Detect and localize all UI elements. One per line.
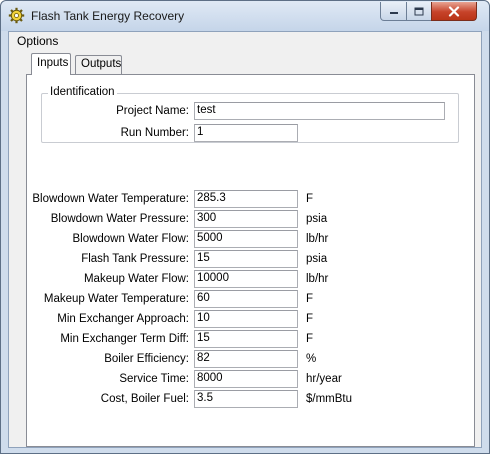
input-label: Min Exchanger Term Diff:: [60, 333, 189, 345]
gear-icon: [8, 7, 25, 24]
run-number-field[interactable]: 1: [194, 124, 298, 142]
input-field[interactable]: 15: [194, 330, 298, 348]
input-field[interactable]: 300: [194, 210, 298, 228]
input-label: Cost, Boiler Fuel:: [100, 393, 189, 405]
input-field[interactable]: 3.5: [194, 390, 298, 408]
input-unit: hr/year: [306, 373, 342, 385]
minimize-button[interactable]: [380, 2, 407, 21]
input-unit: lb/hr: [306, 273, 329, 285]
input-field[interactable]: 10000: [194, 270, 298, 288]
input-label: Blowdown Water Pressure:: [50, 213, 189, 225]
input-unit: F: [306, 293, 314, 305]
input-label: Blowdown Water Flow:: [72, 233, 189, 245]
tab-inputs-label: Inputs: [37, 57, 69, 69]
minimize-icon: [389, 12, 398, 14]
tab-outputs[interactable]: Outputs: [75, 55, 122, 74]
input-field[interactable]: 60: [194, 290, 298, 308]
input-label: Flash Tank Pressure:: [81, 253, 189, 265]
tab-inputs[interactable]: Inputs: [31, 53, 71, 75]
input-field[interactable]: 5000: [194, 230, 298, 248]
client-area: Options Inputs Outputs Identification Pr…: [8, 31, 482, 448]
run-number-label: Run Number:: [120, 127, 189, 139]
input-unit: $/mmBtu: [306, 393, 353, 405]
maximize-icon: [414, 7, 424, 15]
input-unit: %: [306, 353, 317, 365]
menu-options[interactable]: Options: [17, 34, 58, 48]
input-field[interactable]: 8000: [194, 370, 298, 388]
input-label: Service Time:: [119, 373, 189, 385]
input-unit: F: [306, 193, 314, 205]
input-field[interactable]: 10: [194, 310, 298, 328]
input-unit: lb/hr: [306, 233, 329, 245]
maximize-button[interactable]: [406, 2, 432, 21]
close-icon: [448, 5, 460, 17]
input-field[interactable]: 285.3: [194, 190, 298, 208]
app-window: Flash Tank Energy Recovery Options Input…: [0, 0, 490, 454]
input-unit: psia: [306, 213, 328, 225]
tab-outputs-label: Outputs: [81, 58, 122, 70]
window-title: Flash Tank Energy Recovery: [31, 9, 185, 23]
close-button[interactable]: [431, 2, 477, 21]
input-field[interactable]: 82: [194, 350, 298, 368]
input-label: Boiler Efficiency:: [104, 353, 189, 365]
input-unit: psia: [306, 253, 328, 265]
project-name-label: Project Name:: [116, 105, 189, 117]
identification-legend: Identification: [48, 86, 117, 98]
inputs-panel: Identification Project Name: test Run Nu…: [26, 74, 475, 447]
input-label: Min Exchanger Approach:: [57, 313, 189, 325]
menu-bar: Options: [9, 32, 481, 50]
input-label: Blowdown Water Temperature:: [32, 193, 189, 205]
input-field[interactable]: 15: [194, 250, 298, 268]
input-unit: F: [306, 313, 314, 325]
title-bar[interactable]: Flash Tank Energy Recovery: [1, 1, 489, 31]
input-unit: F: [306, 333, 314, 345]
input-label: Makeup Water Flow:: [83, 273, 189, 285]
input-label: Makeup Water Temperature:: [43, 293, 189, 305]
project-name-field[interactable]: test: [194, 102, 445, 120]
